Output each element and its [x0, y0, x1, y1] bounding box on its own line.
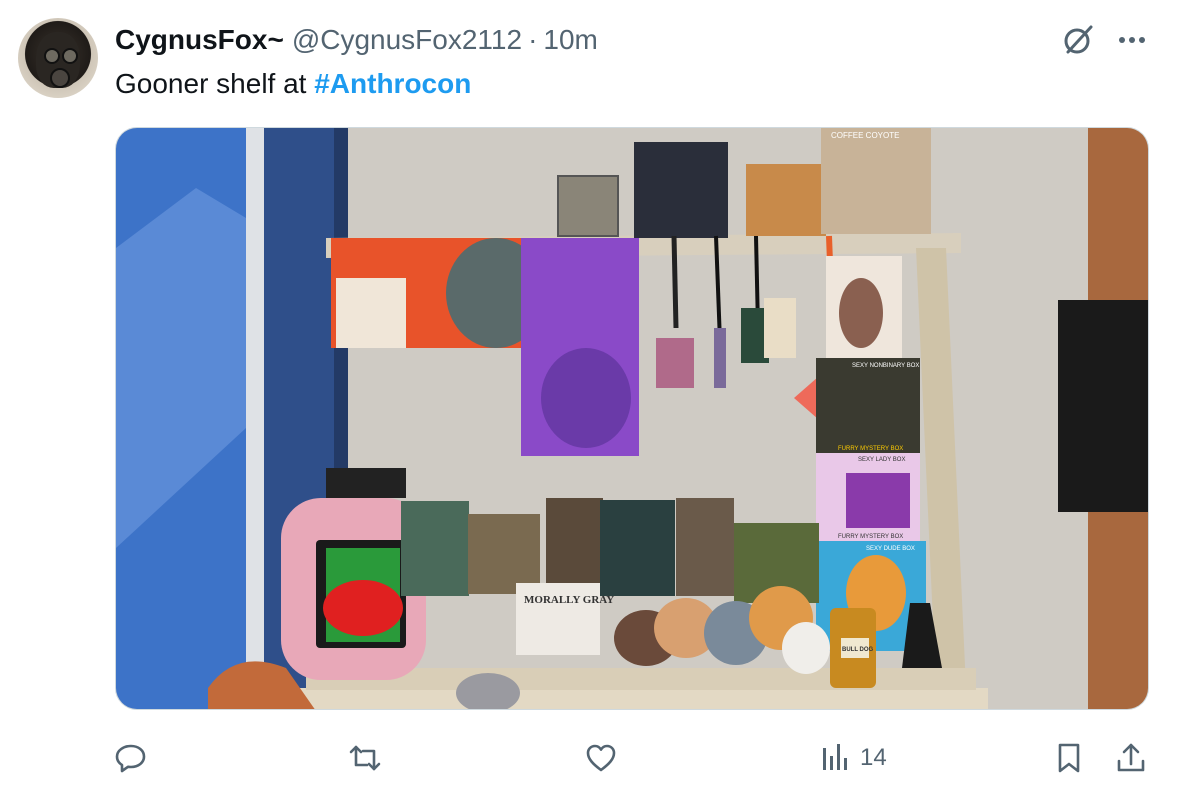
- views-count: 14: [860, 744, 887, 771]
- bottle-label: BULL DOG: [842, 647, 874, 653]
- print-label-coffee-coyote: COFFEE COYOTE: [831, 131, 899, 140]
- tv: [1058, 300, 1148, 512]
- hashtag-link[interactable]: #Anthrocon: [314, 68, 471, 99]
- author-name[interactable]: CygnusFox~: [115, 24, 284, 56]
- mask-eye-right: [62, 48, 78, 64]
- repost-icon: [349, 745, 381, 771]
- tweet-header: CygnusFox~ @CygnusFox2112 · 10m: [115, 24, 598, 56]
- tweet-body: Gooner shelf at: [115, 68, 315, 99]
- mask-eye-left: [44, 48, 60, 64]
- box-label-nonbinary: SEXY NONBINARY BOX: [852, 363, 919, 369]
- box-label-lady: SEXY LADY BOX: [858, 457, 905, 463]
- more-icon[interactable]: [1112, 20, 1152, 60]
- box-label-furry-1: FURRY MYSTERY BOX: [838, 446, 903, 452]
- share-icon: [1117, 743, 1145, 772]
- tweet-text: Gooner shelf at #Anthrocon: [115, 66, 471, 102]
- desk: [298, 688, 988, 709]
- timestamp[interactable]: 10m: [543, 24, 597, 56]
- grok-icon[interactable]: [1058, 20, 1098, 60]
- box-label-furry-2: FURRY MYSTERY BOX: [838, 534, 903, 540]
- author-handle[interactable]: @CygnusFox2112: [292, 24, 522, 56]
- like-button[interactable]: [584, 738, 618, 778]
- separator-dot: ·: [528, 24, 538, 55]
- reply-icon: [115, 744, 146, 773]
- like-icon: [586, 744, 616, 772]
- box-label-dude: SEXY DUDE BOX: [866, 546, 915, 552]
- views-icon: [823, 744, 847, 770]
- avatar[interactable]: [18, 18, 98, 98]
- share-button[interactable]: [1114, 738, 1148, 778]
- bookmark-button[interactable]: [1052, 738, 1086, 778]
- reply-button[interactable]: [114, 738, 148, 778]
- repost-button[interactable]: [348, 738, 382, 778]
- mask-filter: [50, 68, 70, 88]
- tweet-photo[interactable]: COFFEE COYOTE SEXY NONBINARY BOX FURRY M…: [115, 127, 1149, 710]
- book-title: MORALLY GRAY: [524, 594, 614, 606]
- bookmark-icon: [1058, 743, 1080, 773]
- views-button[interactable]: 14: [818, 738, 887, 778]
